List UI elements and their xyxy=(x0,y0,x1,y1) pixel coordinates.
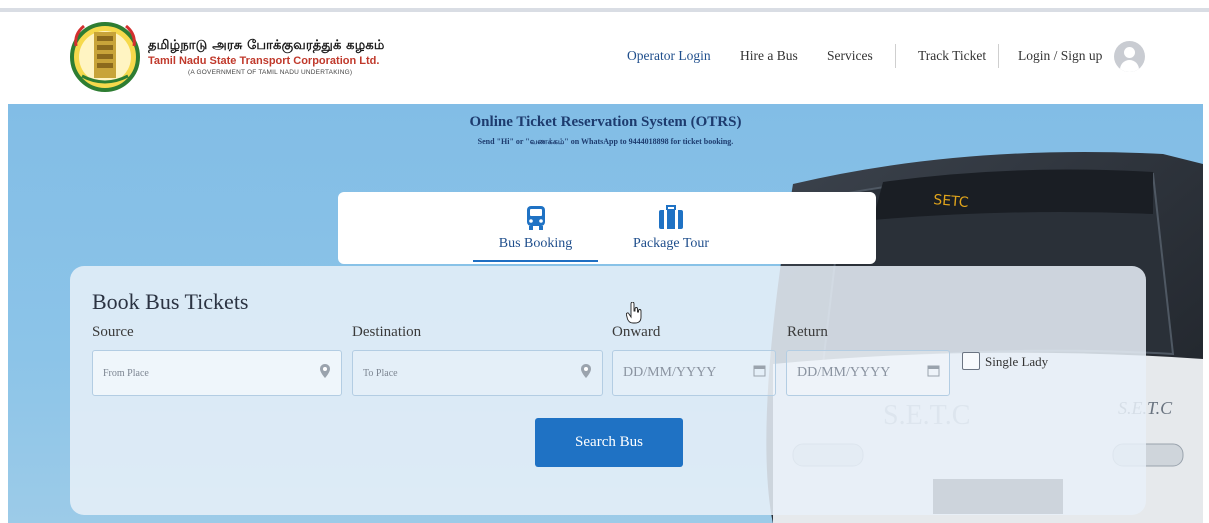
hero-title: Online Ticket Reservation System (OTRS) xyxy=(469,114,742,130)
onward-placeholder: DD/MM/YYYY xyxy=(623,365,717,380)
hero-section: SETC S.E.T.C S.E.T.C Online Ticket Reser… xyxy=(8,104,1203,523)
nav-divider xyxy=(895,44,896,68)
return-placeholder: DD/MM/YYYY xyxy=(797,365,891,380)
active-tab-indicator xyxy=(473,260,598,262)
brand-block: தமிழ்நாடு அரசு போக்குவரத்துக் கழகம் Tami… xyxy=(148,38,385,76)
location-pin-icon xyxy=(320,364,330,378)
single-lady-label: Single Lady xyxy=(985,354,1049,369)
onward-date-input[interactable]: DD/MM/YYYY xyxy=(612,350,776,396)
site-header: தமிழ்நாடு அரசு போக்குவரத்துக் கழகம் Tami… xyxy=(0,12,1209,104)
location-pin-icon xyxy=(581,364,591,378)
return-label: Return xyxy=(787,324,828,340)
onward-label: Onward xyxy=(612,324,661,340)
tab-package-tour-label: Package Tour xyxy=(632,236,710,251)
booking-panel: Book Bus Tickets Source Destination Onwa… xyxy=(70,266,1146,515)
tab-bus-booking[interactable]: Bus Booking xyxy=(473,192,598,264)
user-avatar-icon[interactable] xyxy=(1114,41,1145,72)
hero-subtitle: Send "Hi" or "வணக்கம்" on WhatsApp to 94… xyxy=(477,137,734,146)
destination-label: Destination xyxy=(352,324,422,340)
tab-bus-booking-label: Bus Booking xyxy=(498,236,573,251)
destination-placeholder: To Place xyxy=(363,368,398,379)
search-bus-button[interactable]: Search Bus xyxy=(535,418,683,467)
nav-login-signup[interactable]: Login / Sign up xyxy=(1018,48,1102,64)
calendar-icon xyxy=(927,365,940,377)
brand-tagline: (A GOVERNMENT OF TAMIL NADU UNDERTAKING) xyxy=(188,69,353,76)
nav-operator-login[interactable]: Operator Login xyxy=(627,48,711,64)
single-lady-checkbox[interactable] xyxy=(962,352,980,370)
source-placeholder: From Place xyxy=(103,368,149,379)
luggage-icon xyxy=(659,205,683,229)
svg-text:SETC: SETC xyxy=(933,192,970,211)
nav-services[interactable]: Services xyxy=(827,48,873,64)
nav-divider xyxy=(998,44,999,68)
destination-input[interactable]: To Place xyxy=(352,350,603,396)
nav-track-ticket[interactable]: Track Ticket xyxy=(918,48,986,64)
nav-hire-a-bus[interactable]: Hire a Bus xyxy=(740,48,798,64)
tab-package-tour[interactable]: Package Tour xyxy=(616,192,726,264)
tamil-nadu-emblem[interactable] xyxy=(70,16,140,98)
calendar-icon xyxy=(753,365,766,377)
booking-title: Book Bus Tickets xyxy=(92,289,249,314)
brand-english-name: Tamil Nadu State Transport Corporation L… xyxy=(148,55,380,67)
return-date-input[interactable]: DD/MM/YYYY xyxy=(786,350,950,396)
booking-tabs: Bus Booking Package Tour xyxy=(338,192,876,264)
source-input[interactable]: From Place xyxy=(92,350,342,396)
brand-tamil-name: தமிழ்நாடு அரசு போக்குவரத்துக் கழகம் xyxy=(148,38,385,53)
bus-icon xyxy=(527,206,545,230)
source-label: Source xyxy=(92,324,134,340)
hand-cursor-icon xyxy=(626,302,642,324)
